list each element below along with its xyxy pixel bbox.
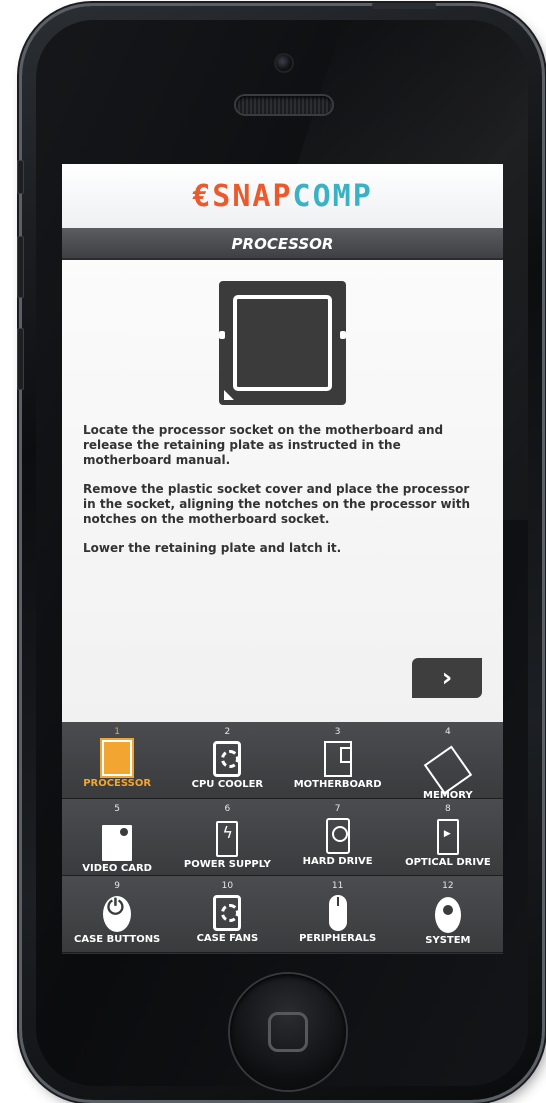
nav-number: 9	[114, 881, 120, 891]
nav-row: 9 CASE BUTTONS 10 CASE FANS 11 PERIPHERA…	[62, 876, 503, 953]
nav-item-cpu-cooler[interactable]: 2 CPU COOLER	[172, 722, 282, 798]
app-screen: €SNAP COMP PROCESSOR Locate the processor…	[62, 164, 503, 954]
nav-item-power-supply[interactable]: 6 POWER SUPPLY	[172, 799, 282, 875]
instruction-paragraph: Remove the plastic socket cover and plac…	[83, 482, 470, 526]
nav-item-motherboard[interactable]: 3 MOTHERBOARD	[283, 722, 393, 798]
nav-number: 4	[445, 727, 451, 737]
page-title: PROCESSOR	[62, 228, 503, 260]
nav-label: CPU COOLER	[191, 779, 264, 790]
instruction-paragraph: Locate the processor socket on the mothe…	[83, 423, 444, 467]
nav-item-optical-drive[interactable]: 8 OPTICAL DRIVE	[393, 799, 503, 875]
nav-item-case-buttons[interactable]: 9 CASE BUTTONS	[62, 876, 172, 952]
camera-icon	[276, 55, 292, 71]
notch-left	[219, 331, 225, 339]
logo-part-comp: COMP	[292, 178, 373, 214]
speaker-grille	[236, 96, 332, 114]
case-fan-icon	[213, 895, 242, 931]
nav-label: MOTHERBOARD	[293, 779, 382, 790]
content-area: Locate the processor socket on the mothe…	[62, 260, 503, 722]
nav-label: CASE FANS	[196, 933, 259, 944]
power-supply-icon	[216, 821, 239, 857]
nav-label: OPTICAL DRIVE	[405, 857, 491, 868]
volume-down-button	[17, 328, 24, 390]
optical-drive-icon	[436, 819, 459, 855]
cpu-cooler-icon	[213, 741, 242, 777]
nav-label: PROCESSOR	[83, 778, 152, 789]
sleep-button	[372, 3, 436, 9]
nav-number: 8	[445, 804, 451, 814]
processor-chip-outline	[233, 295, 332, 391]
notch-right	[340, 331, 346, 339]
nav-item-processor[interactable]: 1 PROCESSOR	[62, 722, 172, 798]
nav-row: 5 VIDEO CARD 6 POWER SUPPLY 7 HARD DRIVE…	[62, 799, 503, 876]
home-square-icon	[268, 1012, 308, 1052]
processor-illustration-icon	[219, 281, 346, 405]
nav-number: 12	[442, 881, 454, 891]
memory-icon	[423, 745, 473, 795]
orientation-mark	[224, 390, 234, 400]
nav-item-hard-drive[interactable]: 7 HARD DRIVE	[283, 799, 393, 875]
mouse-icon	[328, 895, 347, 931]
nav-label: PERIPHERALS	[299, 933, 377, 944]
nav-number: 11	[331, 881, 344, 891]
nav-label: SYSTEM	[425, 935, 471, 946]
next-button[interactable]: ›	[412, 658, 482, 698]
logo-bar: €SNAP COMP	[62, 164, 503, 228]
nav-number: 3	[334, 727, 341, 737]
instruction-paragraph: Lower the retaining plate and latch it.	[83, 541, 342, 555]
home-button[interactable]	[230, 974, 346, 1090]
power-button-icon	[103, 895, 132, 932]
hard-drive-icon	[325, 818, 350, 854]
processor-icon	[100, 738, 135, 778]
nav-label: CASE BUTTONS	[73, 934, 161, 945]
volume-up-button	[17, 236, 24, 298]
nav-item-case-fans[interactable]: 10 CASE FANS	[172, 876, 282, 952]
stage: €SNAP COMP PROCESSOR Locate the processor…	[0, 0, 546, 1103]
nav-row: 1 PROCESSOR 2 CPU COOLER 3 MOTHERBOARD 4	[62, 722, 503, 801]
instructions: Locate the processor socket on the mothe…	[83, 423, 485, 570]
nav-number: 5	[114, 804, 120, 814]
nav-number: 1	[114, 727, 120, 737]
nav-label: POWER SUPPLY	[183, 859, 271, 870]
motherboard-icon	[323, 741, 352, 777]
nav-number: 7	[334, 804, 341, 814]
nav-number: 2	[224, 727, 231, 737]
nav-item-memory[interactable]: 4 MEMORY	[393, 722, 503, 801]
nav-label: HARD DRIVE	[302, 856, 373, 867]
chevron-right-icon: ›	[441, 663, 453, 693]
disc-icon	[434, 897, 461, 933]
nav-item-system[interactable]: 12 SYSTEM	[393, 876, 503, 952]
component-nav: 1 PROCESSOR 2 CPU COOLER 3 MOTHERBOARD 4	[62, 722, 503, 954]
logo-part-snap: €SNAP	[192, 178, 293, 214]
nav-item-peripherals[interactable]: 11 PERIPHERALS	[283, 876, 393, 952]
nav-number: 10	[221, 881, 234, 891]
video-card-icon	[102, 825, 133, 861]
nav-label: VIDEO CARD	[82, 863, 152, 874]
mute-switch	[17, 160, 24, 194]
nav-number: 6	[224, 804, 231, 814]
nav-item-video-card[interactable]: 5 VIDEO CARD	[62, 799, 172, 875]
